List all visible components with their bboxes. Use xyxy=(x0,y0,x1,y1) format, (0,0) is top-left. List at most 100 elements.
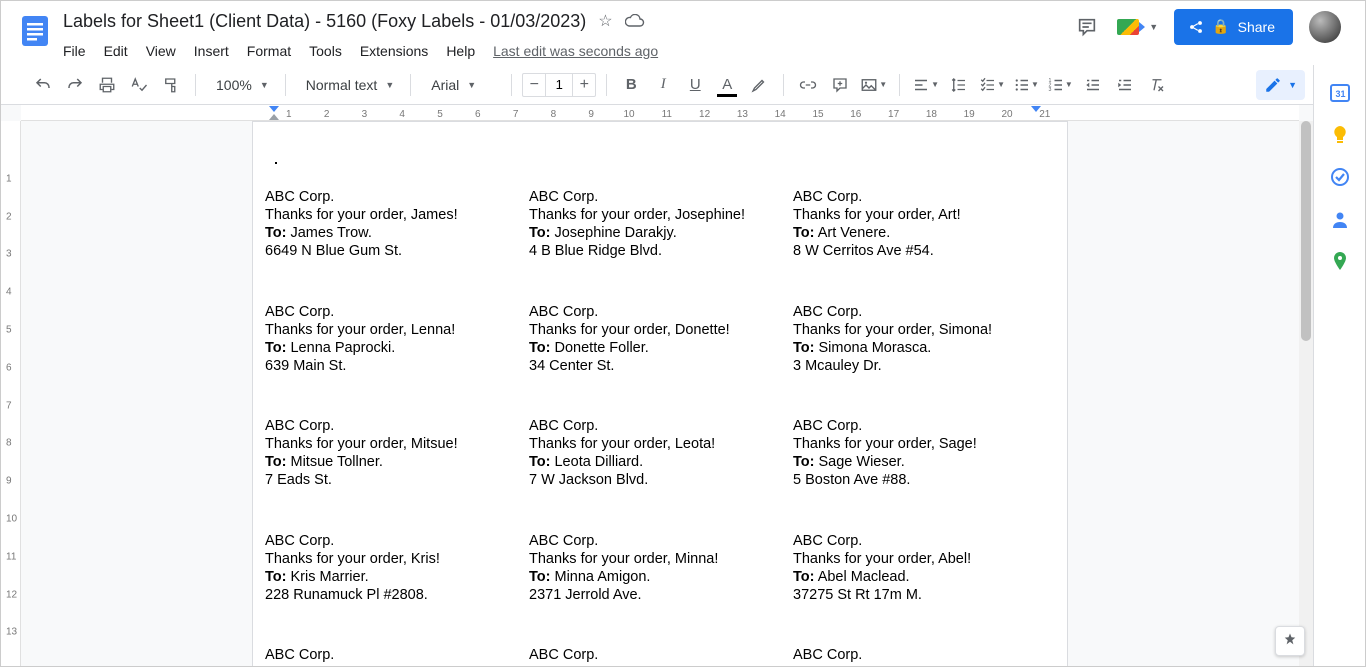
undo-button[interactable] xyxy=(29,71,57,99)
label-cell[interactable]: ABC Corp.Thanks for your order, Simona!T… xyxy=(793,303,1057,376)
label-thanks: Thanks for your order, Kiley! xyxy=(265,664,529,666)
vertical-scrollbar[interactable] xyxy=(1299,121,1313,666)
horizontal-ruler[interactable]: 123456789101112131415161718192021 xyxy=(21,105,1299,121)
italic-button[interactable]: I xyxy=(649,71,677,99)
label-cell[interactable]: ABC Corp.Thanks for your order, Minna!To… xyxy=(529,532,793,605)
label-cell[interactable]: ABC Corp.Thanks for your order, Graciela… xyxy=(529,646,793,666)
account-avatar[interactable] xyxy=(1309,11,1341,43)
font-size-control[interactable]: − + xyxy=(522,73,596,97)
label-address: 4 B Blue Ridge Blvd. xyxy=(529,242,793,260)
font-size-increase[interactable]: + xyxy=(573,74,595,96)
insert-image-button[interactable]: ▼ xyxy=(858,71,889,99)
label-cell[interactable]: ABC Corp.Thanks for your order, Sage!To:… xyxy=(793,417,1057,490)
paint-format-button[interactable] xyxy=(157,71,185,99)
label-thanks: Thanks for your order, Simona! xyxy=(793,321,1057,339)
label-company: ABC Corp. xyxy=(529,646,793,664)
font-select[interactable]: Arial▼ xyxy=(421,77,501,93)
numbered-list-button[interactable]: 123▼ xyxy=(1045,71,1075,99)
label-address: 3 Mcauley Dr. xyxy=(793,357,1057,375)
menu-help[interactable]: Help xyxy=(446,43,475,59)
insert-link-button[interactable] xyxy=(794,71,822,99)
paragraph-style-select[interactable]: Normal text▼ xyxy=(296,77,401,93)
keep-icon[interactable] xyxy=(1330,125,1350,145)
explore-button[interactable] xyxy=(1275,626,1305,656)
menu-tools[interactable]: Tools xyxy=(309,43,342,59)
label-thanks: Thanks for your order, Josephine! xyxy=(529,206,793,224)
decrease-indent-button[interactable] xyxy=(1079,71,1107,99)
label-address: 5 Boston Ave #88. xyxy=(793,471,1057,489)
label-cell[interactable]: ABC Corp.Thanks for your order, Leota!To… xyxy=(529,417,793,490)
clear-formatting-button[interactable] xyxy=(1143,71,1171,99)
menu-edit[interactable]: Edit xyxy=(104,43,128,59)
move-icon[interactable] xyxy=(625,14,645,28)
ruler-h-mark: 5 xyxy=(437,109,443,120)
tasks-icon[interactable] xyxy=(1330,167,1350,187)
menu-file[interactable]: File xyxy=(63,43,86,59)
star-icon[interactable]: ☆ xyxy=(598,11,612,31)
label-to: To: James Trow. xyxy=(265,224,529,242)
contacts-icon[interactable] xyxy=(1330,209,1350,229)
label-cell[interactable]: ABC Corp.Thanks for your order, Kiley!To… xyxy=(265,646,529,666)
spellcheck-button[interactable] xyxy=(125,71,153,99)
increase-indent-button[interactable] xyxy=(1111,71,1139,99)
ruler-h-mark: 2 xyxy=(324,109,330,120)
menu-extensions[interactable]: Extensions xyxy=(360,43,428,59)
label-cell[interactable]: ABC Corp.Thanks for your order, Josephin… xyxy=(529,188,793,261)
font-size-decrease[interactable]: − xyxy=(523,74,545,96)
ruler-h-mark: 19 xyxy=(964,109,975,120)
bold-button[interactable]: B xyxy=(617,71,645,99)
comment-history-icon[interactable] xyxy=(1073,13,1101,41)
checklist-button[interactable]: ▼ xyxy=(977,71,1007,99)
label-address: 2371 Jerrold Ave. xyxy=(529,586,793,604)
scrollbar-thumb[interactable] xyxy=(1301,121,1311,341)
highlight-button[interactable] xyxy=(745,71,773,99)
label-thanks: Thanks for your order, James! xyxy=(265,206,529,224)
menu-view[interactable]: View xyxy=(146,43,176,59)
label-company: ABC Corp. xyxy=(793,646,1057,664)
bulleted-list-button[interactable]: ▼ xyxy=(1011,71,1041,99)
label-cell[interactable]: ABC Corp.Thanks for your order, James!To… xyxy=(265,188,529,261)
label-cell[interactable]: ABC Corp.Thanks for your order, Cammy!To… xyxy=(793,646,1057,666)
ruler-h-mark: 14 xyxy=(775,109,786,120)
menu-insert[interactable]: Insert xyxy=(194,43,229,59)
label-to: To: Mitsue Tollner. xyxy=(265,453,529,471)
insert-comment-button[interactable] xyxy=(826,71,854,99)
label-cell[interactable]: ABC Corp.Thanks for your order, Kris!To:… xyxy=(265,532,529,605)
redo-button[interactable] xyxy=(61,71,89,99)
line-spacing-button[interactable] xyxy=(945,71,973,99)
title-bar: Labels for Sheet1 (Client Data) - 5160 (… xyxy=(1,1,1365,65)
ruler-h-mark: 7 xyxy=(513,109,519,120)
calendar-icon[interactable]: 31 xyxy=(1330,83,1350,103)
label-cell[interactable]: ABC Corp.Thanks for your order, Mitsue!T… xyxy=(265,417,529,490)
docs-home-icon[interactable] xyxy=(15,11,55,51)
ruler-v-mark: 5 xyxy=(6,325,12,336)
document-scroll[interactable]: ABC Corp.Thanks for your order, James!To… xyxy=(21,121,1299,666)
label-company: ABC Corp. xyxy=(529,303,793,321)
document-title[interactable]: Labels for Sheet1 (Client Data) - 5160 (… xyxy=(63,11,586,32)
label-to: To: Josephine Darakjy. xyxy=(529,224,793,242)
ruler-h-mark: 9 xyxy=(588,109,594,120)
underline-button[interactable]: U xyxy=(681,71,709,99)
font-size-input[interactable] xyxy=(545,74,573,96)
label-to: To: Abel Maclead. xyxy=(793,568,1057,586)
editing-mode-button[interactable]: ▼ xyxy=(1256,70,1305,100)
ruler-v-mark: 2 xyxy=(6,211,12,222)
vertical-ruler[interactable]: 12345678910111213 xyxy=(1,121,21,666)
ruler-v-mark: 13 xyxy=(6,627,17,638)
zoom-select[interactable]: 100%▼ xyxy=(206,77,275,93)
print-button[interactable] xyxy=(93,71,121,99)
text-color-button[interactable]: A xyxy=(713,71,741,99)
last-edit-link[interactable]: Last edit was seconds ago xyxy=(493,43,658,59)
menu-format[interactable]: Format xyxy=(247,43,291,59)
label-cell[interactable]: ABC Corp.Thanks for your order, Abel!To:… xyxy=(793,532,1057,605)
ruler-v-mark: 11 xyxy=(6,551,16,562)
maps-icon[interactable] xyxy=(1330,251,1350,271)
ruler-v-mark: 12 xyxy=(6,589,17,600)
label-cell[interactable]: ABC Corp.Thanks for your order, Lenna!To… xyxy=(265,303,529,376)
page[interactable]: ABC Corp.Thanks for your order, James!To… xyxy=(252,121,1068,666)
meet-icon[interactable]: ▼ xyxy=(1117,19,1158,35)
label-cell[interactable]: ABC Corp.Thanks for your order, Art!To: … xyxy=(793,188,1057,261)
align-button[interactable]: ▼ xyxy=(910,71,941,99)
share-button[interactable]: 🔒 Share xyxy=(1174,9,1293,45)
label-cell[interactable]: ABC Corp.Thanks for your order, Donette!… xyxy=(529,303,793,376)
